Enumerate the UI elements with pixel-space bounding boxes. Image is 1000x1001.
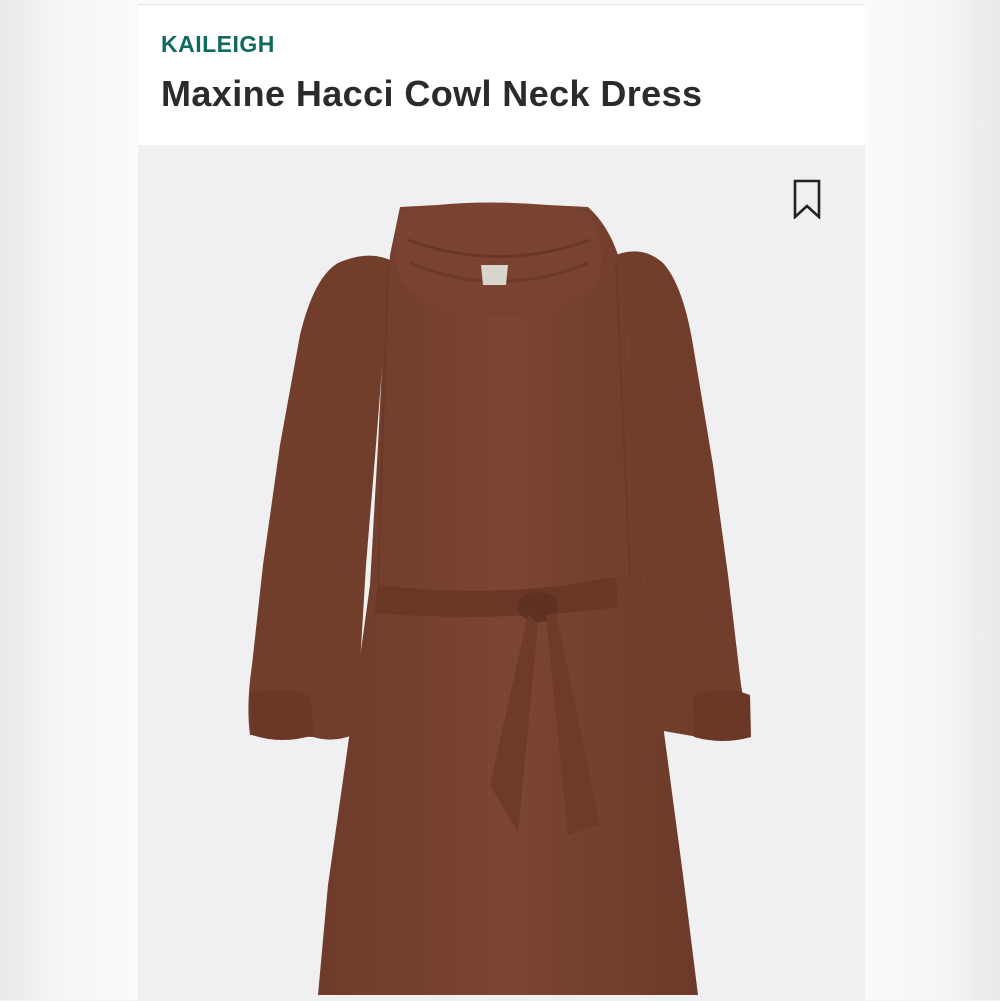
brand-link[interactable]: KAILEIGH bbox=[161, 31, 275, 58]
product-card: KAILEIGH Maxine Hacci Cowl Neck Dress bbox=[138, 4, 865, 1001]
product-title: Maxine Hacci Cowl Neck Dress bbox=[161, 73, 703, 114]
dress-photo bbox=[248, 202, 751, 995]
product-image bbox=[138, 145, 865, 1001]
product-header: KAILEIGH Maxine Hacci Cowl Neck Dress bbox=[138, 5, 865, 145]
bookmark-icon[interactable] bbox=[793, 179, 821, 219]
